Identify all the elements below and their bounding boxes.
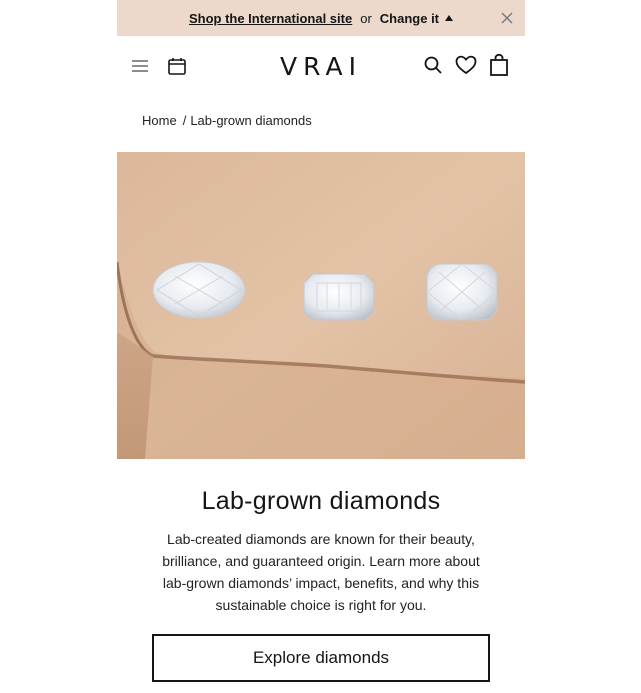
cushion-diamond-icon	[426, 263, 498, 321]
oval-diamond-icon	[152, 261, 246, 319]
international-site-link[interactable]: Shop the International site	[189, 11, 352, 26]
change-locale-label: Change it	[379, 10, 440, 26]
hero-image	[117, 152, 525, 459]
breadcrumb: Home / Lab-grown diamonds	[117, 94, 525, 152]
breadcrumb-separator: /	[182, 113, 187, 128]
calendar-icon[interactable]	[167, 56, 187, 76]
close-icon[interactable]	[499, 10, 515, 26]
page-description: Lab-created diamonds are known for their…	[162, 531, 480, 613]
site-header: VRAI	[117, 36, 525, 94]
banner-or-text: or	[360, 10, 372, 26]
intro-section: Lab-grown diamonds Lab-created diamonds …	[117, 459, 525, 682]
caret-up-icon	[445, 15, 454, 21]
breadcrumb-home[interactable]: Home	[142, 113, 177, 128]
change-locale-button[interactable]: Change it	[379, 10, 454, 26]
search-icon[interactable]	[423, 55, 443, 75]
emerald-diamond-icon	[303, 273, 375, 321]
menu-icon[interactable]	[131, 59, 149, 73]
page-title: Lab-grown diamonds	[201, 487, 441, 515]
page-frame: Shop the International site or Change it…	[117, 0, 525, 693]
heart-icon[interactable]	[455, 55, 477, 75]
vrai-logo[interactable]: VRAI	[280, 52, 362, 81]
locale-banner: Shop the International site or Change it	[117, 0, 525, 36]
breadcrumb-current: Lab-grown diamonds	[190, 113, 312, 128]
explore-diamonds-button[interactable]: Explore diamonds	[152, 634, 490, 682]
bag-icon[interactable]	[489, 53, 509, 77]
